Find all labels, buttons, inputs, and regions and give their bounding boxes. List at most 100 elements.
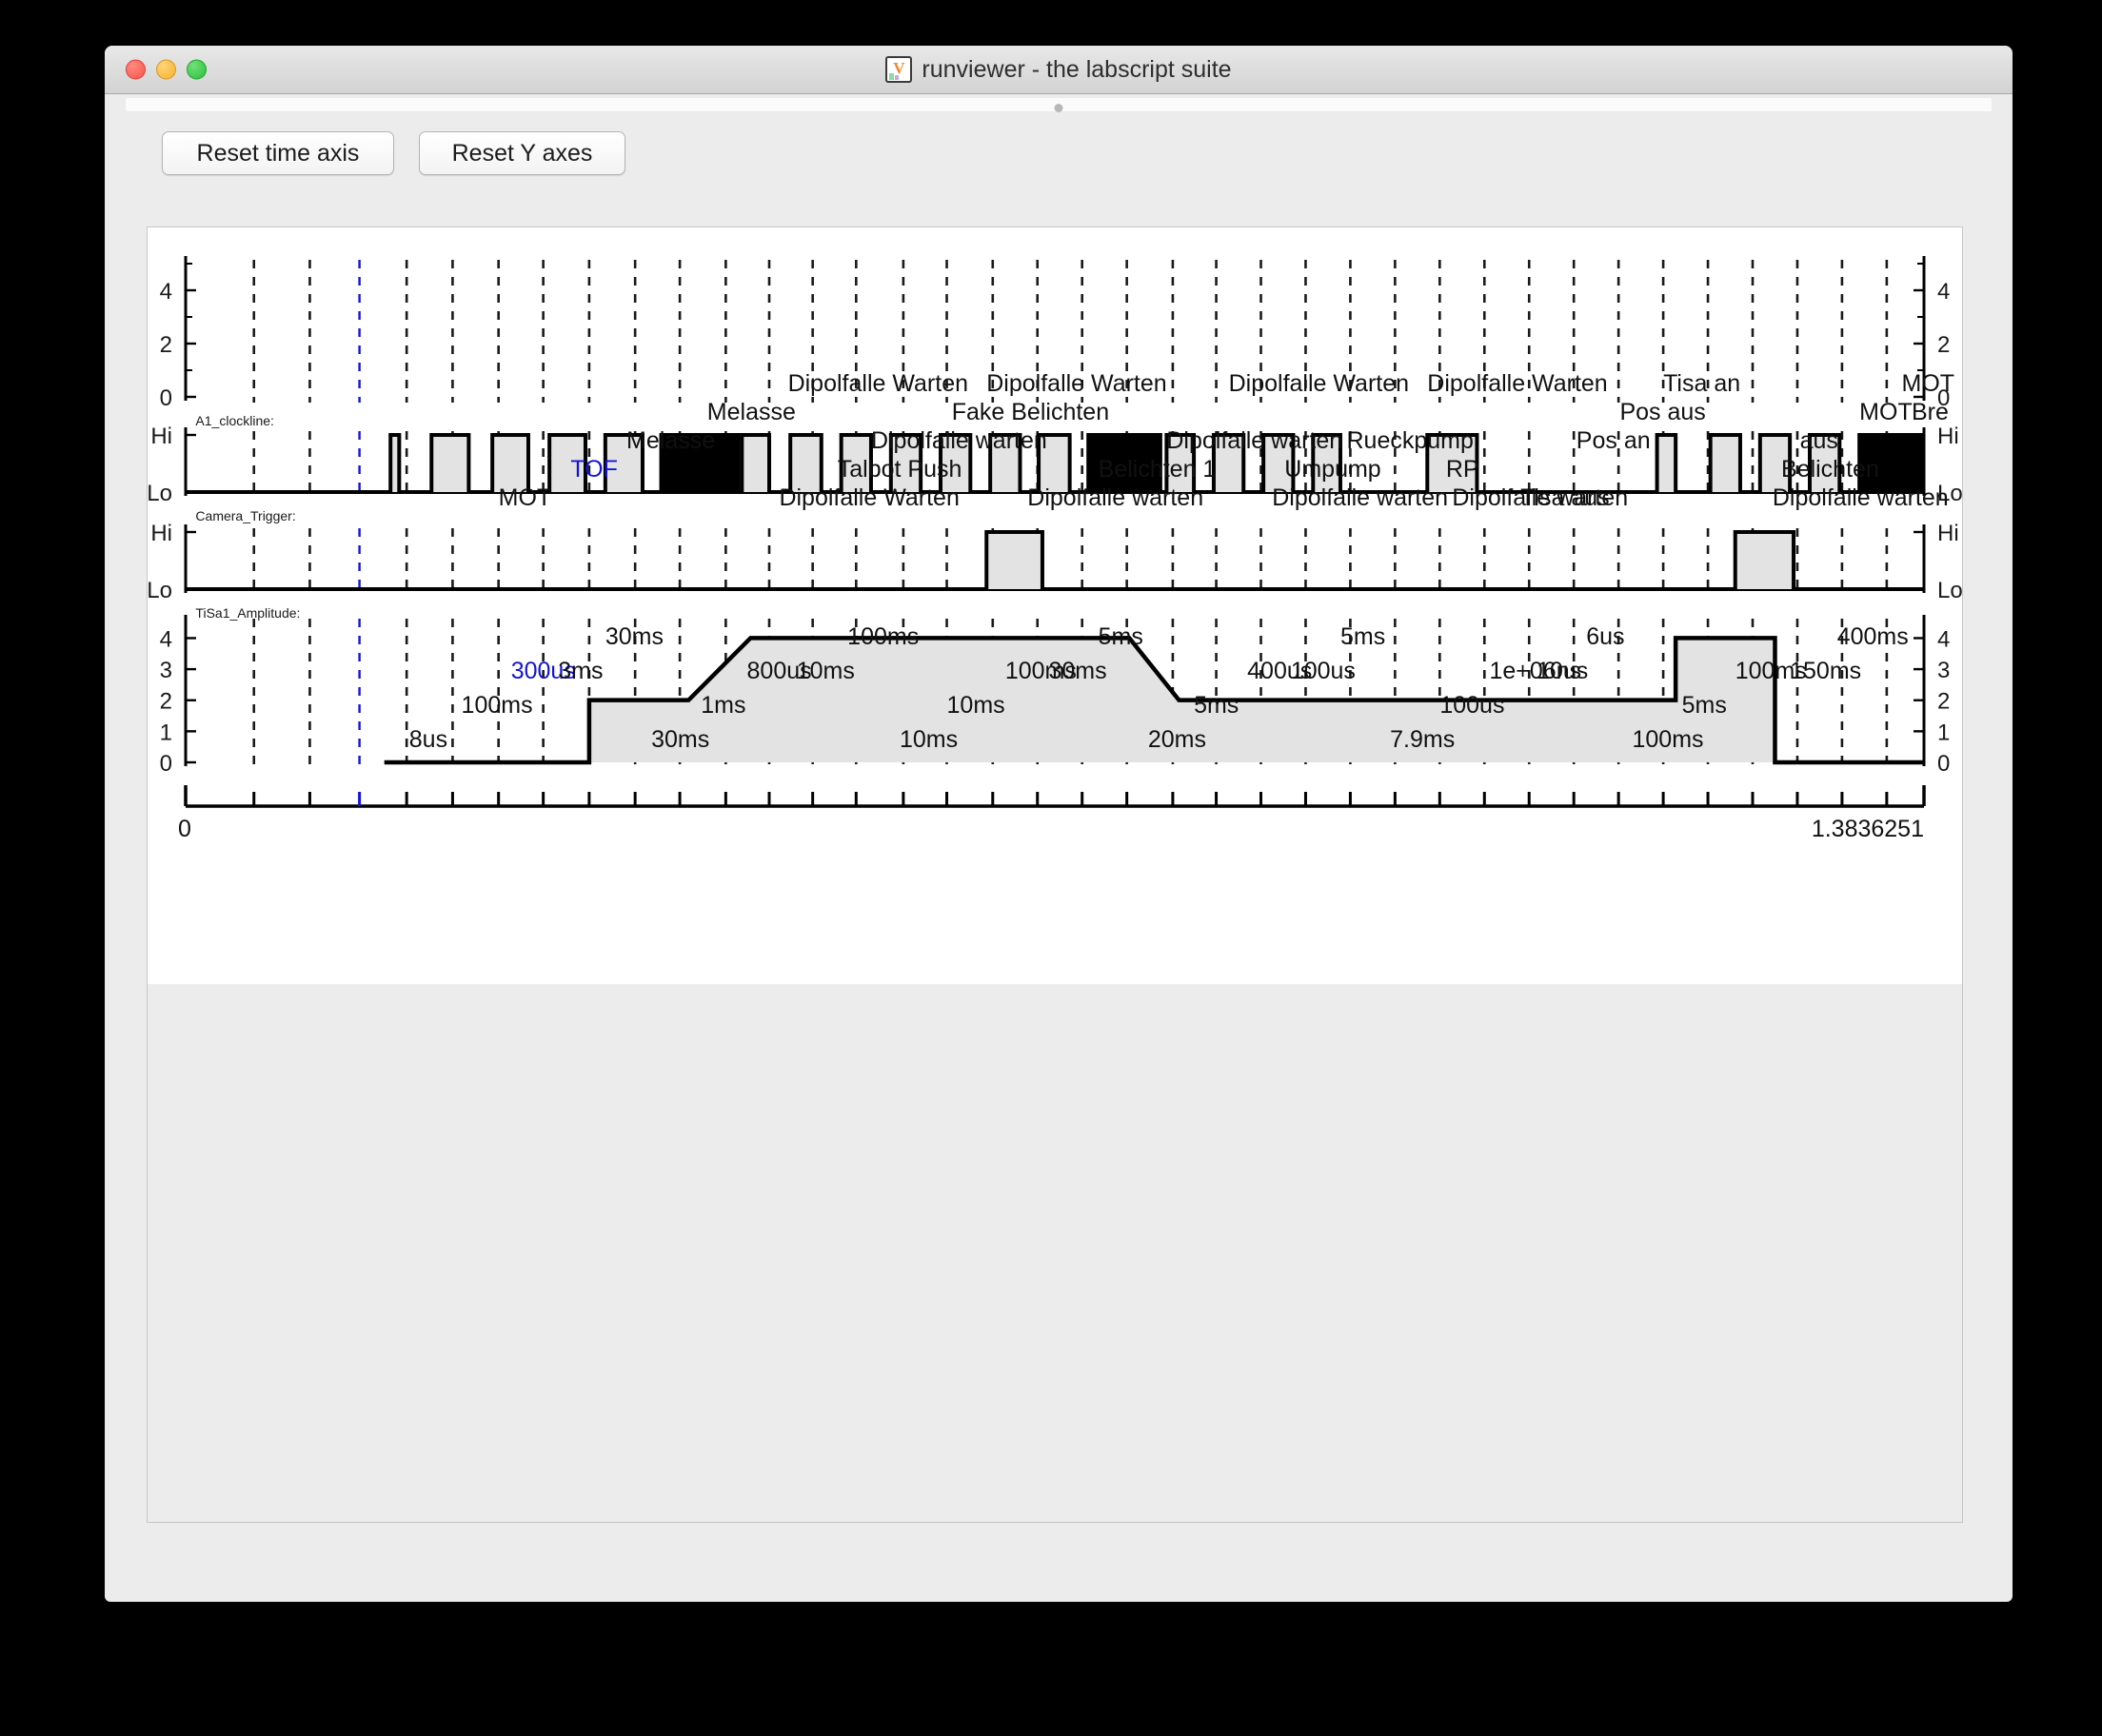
duration-label: 400ms [1837,623,1909,650]
window-title-area: V runviewer - the labscript suite [105,46,2013,93]
duration-label: 100ms [847,623,919,650]
toolbar: Reset time axis Reset Y axes [105,118,2013,187]
shot-marker-label: Pos an [1576,427,1651,454]
duration-label: 100us [1291,658,1356,684]
duration-label: 30ms [651,726,709,753]
shot-marker-label: Dipolfalle warten [1773,484,1949,511]
channel-name-tisa1-amplitude: TiSa1_Amplitude: [195,605,300,621]
shot-marker-label: Dipolfalle Warten [779,484,959,511]
duration-label: 10ms [900,726,958,753]
y-tick-label: 3 [1937,658,1950,683]
tisa1-amplitude-pulse [1735,532,1795,589]
shot-marker-label: MOT [1859,399,1913,425]
duration-label: 10us [1537,658,1588,684]
shot-marker-label: MOT [1902,370,1955,397]
camera-trigger-pulse [742,435,770,492]
camera-trigger-pulse [492,435,528,492]
splitter-handle[interactable] [1054,104,1063,112]
shot-marker-label: Dipolfalle Warten [1229,370,1409,397]
y-tick-label: Hi [150,424,172,449]
title-bar: V runviewer - the labscript suite [105,46,2013,94]
app-window: V runviewer - the labscript suite Reset … [105,46,2013,1602]
duration-label: 100us [1439,692,1504,719]
y-tick-label: Hi [150,521,172,546]
shot-marker-label: Belichten 1 [1099,456,1217,483]
y-tick-label: Hi [1937,521,1959,546]
y-tick-label: 1 [1937,720,1950,745]
shot-marker-label: Dipolfalle warten [1027,484,1203,511]
y-tick-label: 3 [160,658,172,683]
y-tick-label: Lo [148,481,172,506]
duration-label: 5ms [1194,692,1239,719]
shot-marker-label: Dipolfalle Warten [788,370,968,397]
duration-label: 5ms [1682,692,1727,719]
duration-label: 30ms [1048,658,1106,684]
shot-marker-label: Fake Belichten [952,399,1109,425]
shot-marker-label: Tisa an [1663,370,1740,397]
reset-y-axes-button[interactable]: Reset Y axes [419,131,625,175]
y-tick-label: Lo [1937,578,1962,603]
shot-marker-label: Melasse [626,427,715,454]
shot-marker-label: TOF [570,456,618,483]
shot-marker-label: Melasse [707,399,796,425]
duration-label: 6us [1586,623,1624,650]
duration-label: 150ms [1790,658,1861,684]
y-tick-label: 1 [160,720,172,745]
runviewer-icon: V [885,56,913,83]
y-tick-label: Hi [1937,424,1959,449]
time-axis-end-label: 1.3836251 [1812,816,1924,842]
plot-container[interactable]: 0 0 2 2 4 4 Lo Lo Hi Hi Lo Lo Hi Hi 0 0 1 1 2 2 3 3 4 4 A1_clock… [147,227,1963,1523]
shot-marker-label: Rueckpump [1347,427,1474,454]
duration-label: 5ms [1340,623,1385,650]
tisa1-amplitude-pulse [986,532,1042,589]
shot-marker-label: aus [1800,427,1838,454]
reset-time-axis-button[interactable]: Reset time axis [162,131,394,175]
shot-marker-label: RP [1446,456,1479,483]
duration-label: 100ms [462,692,533,719]
shot-marker-label: Umpump [1284,456,1380,483]
shot-marker-label: MOT [499,484,552,511]
y-tick-label: 2 [1937,332,1950,358]
duration-label: 10ms [797,658,855,684]
duration-label: 7.9ms [1390,726,1455,753]
y-tick-label: 4 [160,279,172,305]
duration-label: 100ms [1632,726,1703,753]
shot-marker-label: Tisa aus [1520,484,1610,511]
y-tick-label: 0 [1937,751,1950,777]
y-tick-label: 2 [160,689,172,715]
duration-label: 5ms [1099,623,1143,650]
y-tick-label: 4 [1937,279,1950,305]
y-tick-label: 2 [160,332,172,358]
shot-marker-label: Dipolfalle warten [871,427,1047,454]
duration-label: 1ms [701,692,745,719]
y-tick-label: Lo [148,578,172,603]
camera-trigger-pulse [790,435,822,492]
duration-label: 30ms [605,623,664,650]
camera-trigger-pulse [1710,435,1740,492]
shot-marker-label: Dipolfalle warten [1166,427,1342,454]
y-tick-label: 4 [1937,626,1950,652]
waveform-svg: 0 02 24 4Lo LoHi HiLo LoHi Hi0 01 12 23 34 4A1_clock… [148,256,1962,842]
y-tick-label: 4 [160,626,172,652]
duration-label: 20ms [1148,726,1206,753]
camera-trigger-pulse [1656,435,1676,492]
y-tick-label: 2 [1937,689,1950,715]
shot-marker-label: Dipolfalle warten [1272,484,1448,511]
channel-name-camera-trigger: Camera_Trigger: [195,508,295,523]
shot-marker-label: Dipolfalle Warten [1427,370,1607,397]
camera-trigger-pulse [431,435,469,492]
y-tick-label: 0 [160,385,172,411]
duration-label: 10ms [947,692,1005,719]
duration-label: 3ms [558,658,603,684]
shot-marker-label: Dipolfalle Warten [986,370,1166,397]
shot-marker-label: Belichten [1781,456,1879,483]
time-axis-start-label: 0 [178,816,191,842]
shot-marker-label: Bre [1912,399,1949,425]
channel-name-a1-clockline: A1_clockline: [195,413,273,428]
shot-marker-label: Talbot Push [838,456,962,483]
y-tick-label: 0 [160,751,172,777]
shot-marker-label: Pos aus [1619,399,1705,425]
duration-label: 8us [409,726,447,753]
window-title: runviewer - the labscript suite [922,55,1232,83]
toolbar-separator [105,94,2013,119]
